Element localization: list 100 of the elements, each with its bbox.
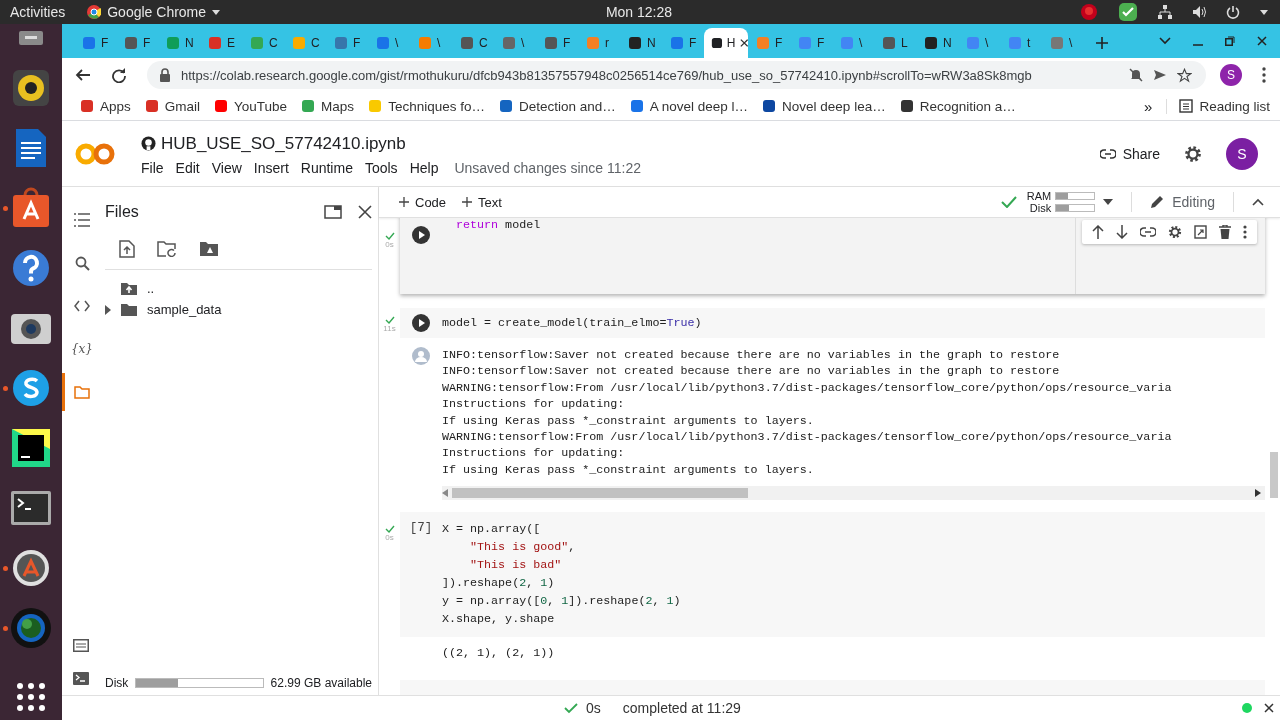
resources-button[interactable]: RAM Disk (1025, 190, 1096, 214)
code-cell[interactable]: [7] X = np.array([ "This is good", "This is bad" ]).reshape(2, 1) y = np.array([0, 1]).reshape(2, 1) X.shape, y.shape (400, 512, 1265, 637)
terminal-icon[interactable] (10, 490, 52, 526)
scrollbar-thumb[interactable] (1270, 452, 1278, 498)
star-icon[interactable] (1177, 67, 1192, 83)
bookmark[interactable]: YouTube (214, 98, 288, 114)
webcam-icon[interactable] (10, 607, 52, 649)
close-icon[interactable] (739, 38, 748, 48)
muted-bell-icon[interactable] (1129, 68, 1143, 82)
volume-icon[interactable] (1192, 5, 1206, 19)
browser-tab[interactable]: \ (1042, 28, 1084, 58)
file-tree-item[interactable]: sample_data (105, 299, 372, 320)
browser-tab[interactable]: C (242, 28, 284, 58)
bookmark[interactable]: A novel deep l… (629, 98, 749, 114)
horizontal-scrollbar[interactable] (442, 486, 1265, 501)
window-icon[interactable] (19, 31, 43, 45)
restore-icon[interactable] (1225, 36, 1235, 46)
run-button-icon[interactable] (411, 225, 431, 245)
caret-icon[interactable] (105, 304, 111, 315)
scroll-left-icon[interactable] (442, 489, 448, 498)
menu-item[interactable]: Edit (175, 159, 200, 176)
update-icon[interactable] (11, 548, 51, 588)
browser-tab[interactable]: \ (832, 28, 874, 58)
mode-button[interactable]: Editing (1150, 194, 1215, 210)
browser-tab[interactable]: r (578, 28, 620, 58)
arrow-down-icon[interactable] (1116, 225, 1128, 239)
network-icon[interactable] (1158, 5, 1172, 19)
drive-folder-icon[interactable] (199, 241, 219, 257)
browser-tab[interactable]: N (620, 28, 662, 58)
address-bar[interactable]: https://colab.research.google.com/gist/rmothukuru/dfcb943b81357557948c0256514ce769/hub_use_so_57742410.ipynb#scrollTo=wRW3a8Sk8mgb (147, 61, 1206, 89)
upload-file-icon[interactable] (119, 240, 135, 258)
browser-tab[interactable]: F (662, 28, 704, 58)
browser-tab[interactable]: F (748, 28, 790, 58)
close-icon[interactable] (1257, 36, 1267, 46)
refresh-folder-icon[interactable] (157, 241, 177, 257)
speaker-icon[interactable] (11, 68, 51, 108)
power-icon[interactable] (1226, 5, 1240, 19)
user-avatar[interactable]: S (1226, 137, 1258, 170)
code-cell[interactable]: model = create_model(train_elmo=True) (400, 308, 1265, 338)
more-icon[interactable] (1262, 67, 1266, 83)
more-bookmarks-button[interactable]: » (1144, 97, 1153, 115)
browser-tab[interactable]: F (790, 28, 832, 58)
settings-icon[interactable] (1168, 225, 1182, 239)
notebook-title[interactable]: HUB_USE_SO_57742410.ipynb (161, 133, 406, 154)
browser-tab[interactable]: F (536, 28, 578, 58)
chat-bubble-icon[interactable] (11, 368, 51, 408)
bookmark[interactable]: Novel deep lea… (762, 98, 886, 114)
browser-tab[interactable]: H (704, 28, 748, 58)
settings-icon[interactable] (1184, 144, 1202, 163)
browser-tab[interactable]: C (452, 28, 494, 58)
chevron-up-icon[interactable] (1252, 198, 1264, 206)
file-tree-item[interactable]: .. (105, 278, 372, 299)
close-icon[interactable] (358, 205, 372, 219)
help-icon[interactable] (11, 248, 51, 288)
link-icon[interactable] (1140, 227, 1156, 237)
app-menu[interactable]: Google Chrome (87, 4, 221, 20)
save-status[interactable]: Unsaved changes since 11:22 (454, 159, 641, 176)
browser-tab[interactable]: C (284, 28, 326, 58)
shopping-bag-icon[interactable] (11, 187, 51, 229)
camera-icon[interactable] (10, 311, 52, 345)
terminal-icon[interactable] (72, 672, 89, 685)
new-tab-icon[interactable] (1096, 37, 1108, 49)
menu-item[interactable]: Runtime (300, 159, 353, 176)
bookmark[interactable]: Gmail (144, 98, 201, 114)
browser-tab[interactable]: N (158, 28, 200, 58)
menu-item[interactable]: Help (409, 159, 439, 176)
document-icon[interactable] (14, 127, 48, 169)
browser-tab[interactable]: \ (368, 28, 410, 58)
add-code-button[interactable]: Code (395, 194, 451, 210)
clock[interactable]: Mon 12:28 (605, 4, 673, 20)
browser-tab[interactable]: N (916, 28, 958, 58)
browser-tab[interactable]: F (326, 28, 368, 58)
menu-item[interactable]: Insert (253, 159, 289, 176)
browser-tab[interactable]: L (874, 28, 916, 58)
profile-avatar[interactable]: S (1220, 64, 1242, 86)
send-icon[interactable] (1153, 68, 1167, 82)
run-button-icon[interactable] (411, 313, 431, 333)
chevron-down-icon[interactable] (1159, 37, 1171, 45)
bookmark[interactable]: Detection and… (498, 98, 616, 114)
reload-icon[interactable] (111, 67, 127, 83)
close-icon[interactable] (1264, 703, 1274, 713)
app-grid-icon[interactable] (16, 682, 46, 712)
code-cell[interactable] (400, 679, 1265, 695)
bookmark[interactable]: Techniques fo… (368, 98, 485, 114)
ide-icon[interactable] (11, 428, 51, 468)
reading-list-button[interactable]: Reading list (1166, 98, 1270, 114)
record-icon[interactable] (1080, 3, 1098, 21)
code-cell[interactable]: return model (400, 218, 1265, 294)
browser-tab[interactable]: F (74, 28, 116, 58)
rail-tab[interactable]: {x} (62, 330, 99, 368)
menu-item[interactable]: File (141, 159, 164, 176)
arrow-up-icon[interactable] (1092, 225, 1104, 239)
add-text-button[interactable]: Text (458, 194, 506, 210)
menu-item[interactable]: View (211, 159, 242, 176)
command-palette-icon[interactable] (72, 639, 89, 652)
browser-tab[interactable]: t (1000, 28, 1042, 58)
bookmark[interactable]: Apps (80, 98, 131, 114)
back-icon[interactable] (75, 67, 91, 83)
more-icon[interactable] (1243, 225, 1247, 239)
caret-icon[interactable] (1260, 9, 1268, 15)
